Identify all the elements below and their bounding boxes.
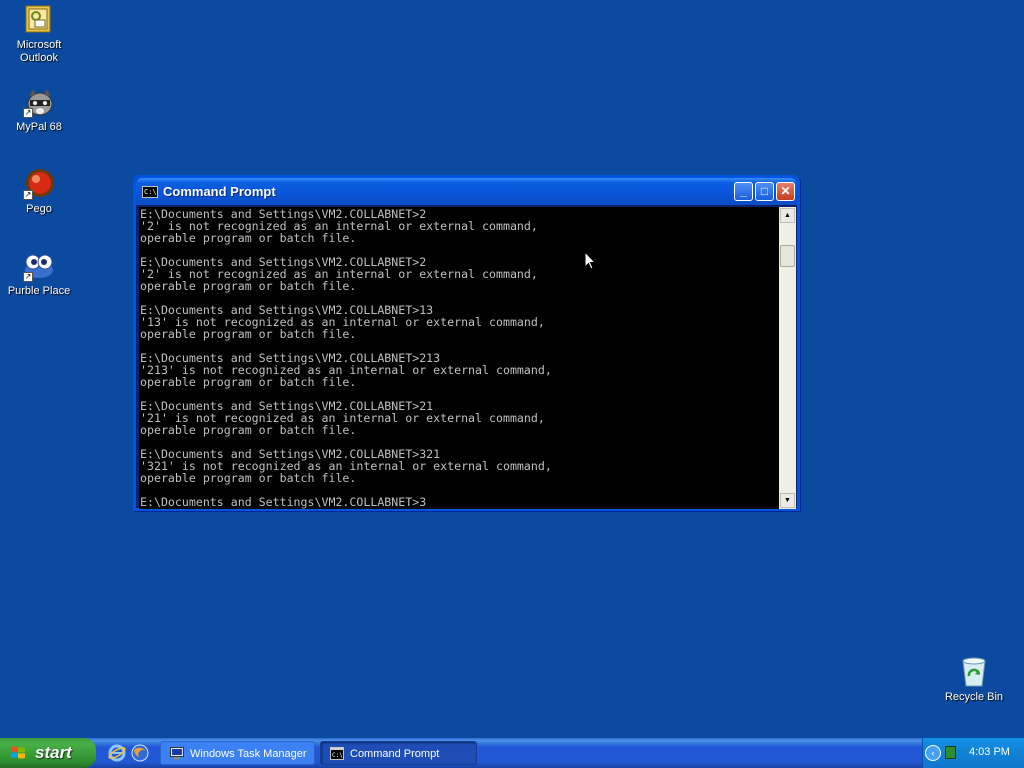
tray-app-icon[interactable] bbox=[945, 746, 956, 759]
outlook-icon bbox=[23, 4, 55, 36]
svg-text:C:\: C:\ bbox=[332, 752, 343, 759]
console-icon: C:\ bbox=[142, 186, 158, 198]
scroll-thumb[interactable] bbox=[780, 245, 795, 267]
desktop-icon-pego[interactable]: ↗ Pego bbox=[1, 168, 77, 216]
console-icon: C:\ bbox=[330, 747, 344, 760]
windows-flag-icon bbox=[11, 746, 25, 759]
recycle-bin-icon bbox=[958, 656, 990, 688]
desktop-icon-outlook[interactable]: Microsoft Outlook bbox=[1, 4, 77, 65]
desktop-icon-purble-place[interactable]: ↗ Purble Place bbox=[1, 250, 77, 298]
console-text: E:\Documents and Settings\VM2.COLLABNET>… bbox=[140, 207, 552, 509]
raccoon-icon: ↗ bbox=[23, 86, 55, 118]
mouse-cursor-icon bbox=[584, 250, 597, 275]
maximize-button[interactable]: □ bbox=[755, 182, 774, 201]
purble-eyes-icon: ↗ bbox=[23, 250, 55, 282]
desktop-icon-label: Recycle Bin bbox=[944, 691, 1004, 703]
start-label: start bbox=[35, 743, 72, 762]
desktop-icon-label: MyPal 68 bbox=[16, 121, 62, 133]
taskbar: start Windows Task Manager C:\ Command P… bbox=[0, 738, 1024, 768]
shortcut-arrow-icon: ↗ bbox=[23, 190, 33, 200]
command-prompt-window[interactable]: C:\ Command Prompt _ □ ✕ E:\Documents an… bbox=[133, 175, 800, 511]
desktop-icon-label: Purble Place bbox=[7, 285, 71, 297]
clock[interactable]: 4:03 PM bbox=[969, 746, 1010, 758]
task-label: Windows Task Manager bbox=[190, 748, 307, 760]
scroll-down-button[interactable]: ▼ bbox=[780, 493, 795, 508]
system-tray: ‹ 4:03 PM bbox=[922, 738, 1024, 768]
desktop-icon-mypal[interactable]: ↗ MyPal 68 bbox=[1, 86, 77, 134]
desktop-icon-recycle-bin[interactable]: Recycle Bin bbox=[936, 656, 1012, 704]
red-ball-icon: ↗ bbox=[23, 168, 55, 200]
taskbar-button-command-prompt[interactable]: C:\ Command Prompt bbox=[320, 741, 477, 765]
console-output[interactable]: E:\Documents and Settings\VM2.COLLABNET>… bbox=[139, 207, 779, 509]
ie-icon[interactable] bbox=[108, 744, 126, 762]
show-hidden-icons-button[interactable]: ‹ bbox=[925, 745, 941, 761]
minimize-button[interactable]: _ bbox=[734, 182, 753, 201]
scroll-up-button[interactable]: ▲ bbox=[780, 208, 795, 223]
firefox-icon[interactable] bbox=[131, 744, 149, 762]
desktop-icon-label: Pego bbox=[26, 203, 52, 215]
taskbar-button-task-manager[interactable]: Windows Task Manager bbox=[160, 741, 315, 765]
start-button[interactable]: start bbox=[0, 738, 96, 768]
task-manager-icon bbox=[170, 747, 184, 760]
shortcut-arrow-icon: ↗ bbox=[23, 108, 33, 118]
task-label: Command Prompt bbox=[350, 748, 440, 760]
window-titlebar[interactable]: C:\ Command Prompt _ □ ✕ bbox=[136, 178, 797, 205]
window-title: Command Prompt bbox=[163, 184, 276, 199]
close-button[interactable]: ✕ bbox=[776, 182, 795, 201]
desktop-icon-label: Microsoft Outlook bbox=[16, 39, 62, 64]
vertical-scrollbar[interactable]: ▲ ▼ bbox=[779, 207, 796, 509]
shortcut-arrow-icon: ↗ bbox=[23, 272, 33, 282]
